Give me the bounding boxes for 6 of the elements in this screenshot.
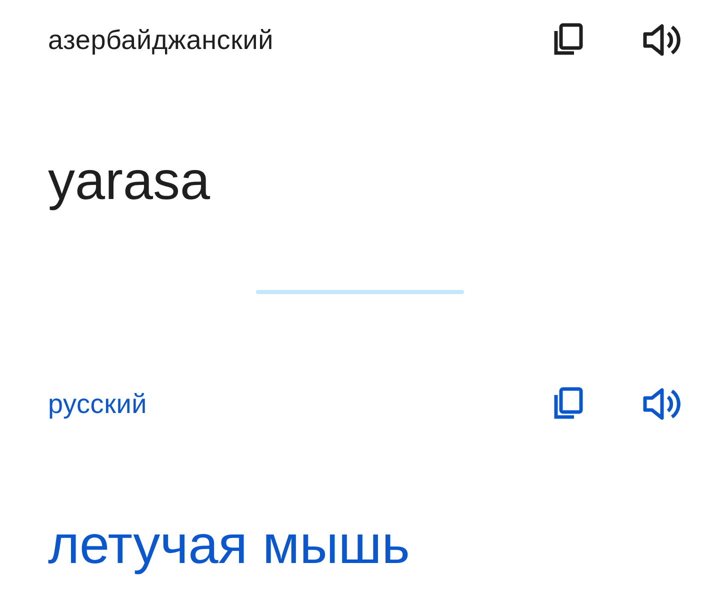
- speaker-icon[interactable]: [643, 22, 683, 58]
- language-label: азербайджанский: [48, 24, 274, 56]
- speaker-icon[interactable]: [643, 386, 683, 422]
- language-label: русский: [48, 388, 148, 420]
- translated-text: летучая мышь: [48, 514, 411, 577]
- source-text: yarasa: [48, 150, 212, 213]
